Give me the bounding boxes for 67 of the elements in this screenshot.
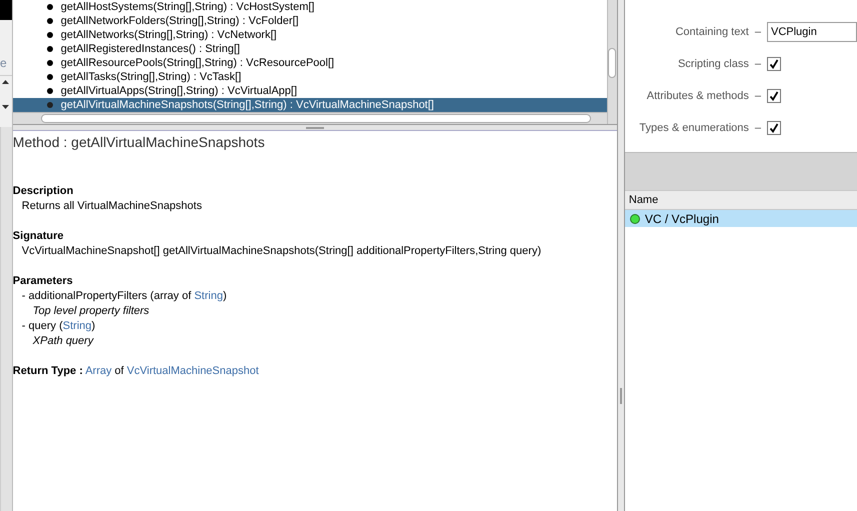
method-list-item[interactable]: getAllVirtualMachineSnapshots(String[],String) : VcVirtualMachineSnapshot[] — [12, 98, 607, 112]
bullet-icon — [46, 4, 53, 10]
bullet-icon — [46, 88, 53, 94]
scroll-down-icon[interactable] — [2, 105, 10, 109]
type-link[interactable]: VcVirtualMachineSnapshot — [126, 365, 259, 377]
checkmark-icon — [769, 59, 779, 69]
result-label: VC / VcPlugin — [644, 210, 719, 228]
scrollbar-thumb[interactable] — [40, 114, 591, 123]
section-heading: Parameters — [12, 274, 74, 289]
return-type-text: Return Type : Array of VcVirtualMachineSnapshot — [12, 364, 260, 379]
signature-text: VcVirtualMachineSnapshot[] getAllVirtualMachineSnapshots(String[] additionalPropertyFilters,String query) — [20, 244, 542, 259]
type-link[interactable]: String — [62, 320, 92, 332]
field-label: Types & enumerations — [638, 120, 749, 136]
description-text: Returns all VirtualMachineSnapshots — [20, 199, 203, 214]
separator-dash: – — [754, 120, 761, 136]
vertical-scrollbar[interactable] — [606, 0, 617, 124]
vertical-splitter[interactable] — [616, 0, 625, 511]
method-label: getAllHostSystems(String[],String) : VcHostSystem[] — [60, 0, 314, 15]
parameter-text: - additionalPropertyFilters (array of String) — [20, 289, 228, 304]
result-row[interactable]: VC / VcPlugin — [624, 210, 857, 227]
method-list-item[interactable]: getAllResourcePools(String[],String) : VcResourcePool[] — [12, 56, 607, 70]
truncated-label: e — [0, 57, 8, 69]
method-list-item[interactable]: getAllNetworkFolders(String[],String) : VcFolder[] — [12, 14, 607, 28]
method-label: getAllVirtualMachineSnapshots(String[],String) : VcVirtualMachineSnapshot[] — [60, 98, 434, 112]
logo-block — [0, 0, 12, 20]
bullet-icon — [46, 60, 53, 66]
field-label: Containing text — [674, 24, 749, 40]
parameter-note: Top level property filters — [32, 304, 150, 319]
method-label: getAllNetworks(String[],String) : VcNetwork[] — [60, 28, 277, 43]
method-title: Method : getAllVirtualMachineSnapshots — [12, 133, 266, 151]
column-header[interactable]: Name — [624, 190, 857, 210]
bullet-icon — [46, 74, 53, 80]
checkmark-icon — [769, 123, 779, 133]
method-label: getAllResourcePools(String[],String) : VcResourcePool[] — [60, 56, 334, 71]
method-list-item[interactable]: getAllTasks(String[],String) : VcTask[] — [12, 70, 607, 84]
checkbox[interactable] — [767, 89, 781, 103]
type-link[interactable]: String — [194, 290, 223, 302]
separator-dash: – — [754, 56, 761, 72]
method-list-item[interactable]: getAllNetworks(String[],String) : VcNetwork[] — [12, 28, 607, 42]
checkbox[interactable] — [767, 57, 781, 71]
section-heading: Description — [12, 184, 74, 199]
method-list-item[interactable]: getAllHostSystems(String[],String) : VcHostSystem[] — [12, 0, 607, 14]
method-label: getAllTasks(String[],String) : VcTask[] — [60, 70, 242, 85]
checkmark-icon — [769, 91, 779, 101]
method-list-item[interactable]: getAllRegisteredInstances() : String[] — [12, 42, 607, 56]
field-label: Scripting class — [676, 56, 749, 72]
bullet-icon — [46, 18, 53, 24]
scroll-up-icon[interactable] — [2, 80, 10, 84]
separator-dash: – — [754, 24, 761, 40]
method-label: getAllRegisteredInstances() : String[] — [60, 42, 240, 57]
method-list-item[interactable]: getAllVirtualApps(String[],String) : VcVirtualApp[] — [12, 84, 607, 98]
search-field[interactable]: VCPlugin — [767, 22, 857, 42]
bullet-icon — [46, 102, 53, 108]
method-label: getAllVirtualApps(String[],String) : VcVirtualApp[] — [60, 84, 298, 99]
type-link[interactable]: Array — [85, 365, 112, 377]
scrollbar-thumb[interactable] — [608, 48, 616, 78]
section-heading: Signature — [12, 229, 65, 244]
parameter-note: XPath query — [32, 334, 95, 349]
separator-dash: – — [754, 88, 761, 104]
parameter-text: - query (String) — [20, 319, 96, 334]
bullet-icon — [46, 32, 53, 38]
splitter[interactable] — [12, 125, 617, 131]
checkbox[interactable] — [767, 121, 781, 135]
horizontal-scrollbar[interactable] — [12, 112, 607, 124]
bullet-icon — [46, 46, 53, 52]
method-label: getAllNetworkFolders(String[],String) : VcFolder[] — [60, 14, 299, 29]
field-label: Attributes & methods — [646, 88, 749, 104]
